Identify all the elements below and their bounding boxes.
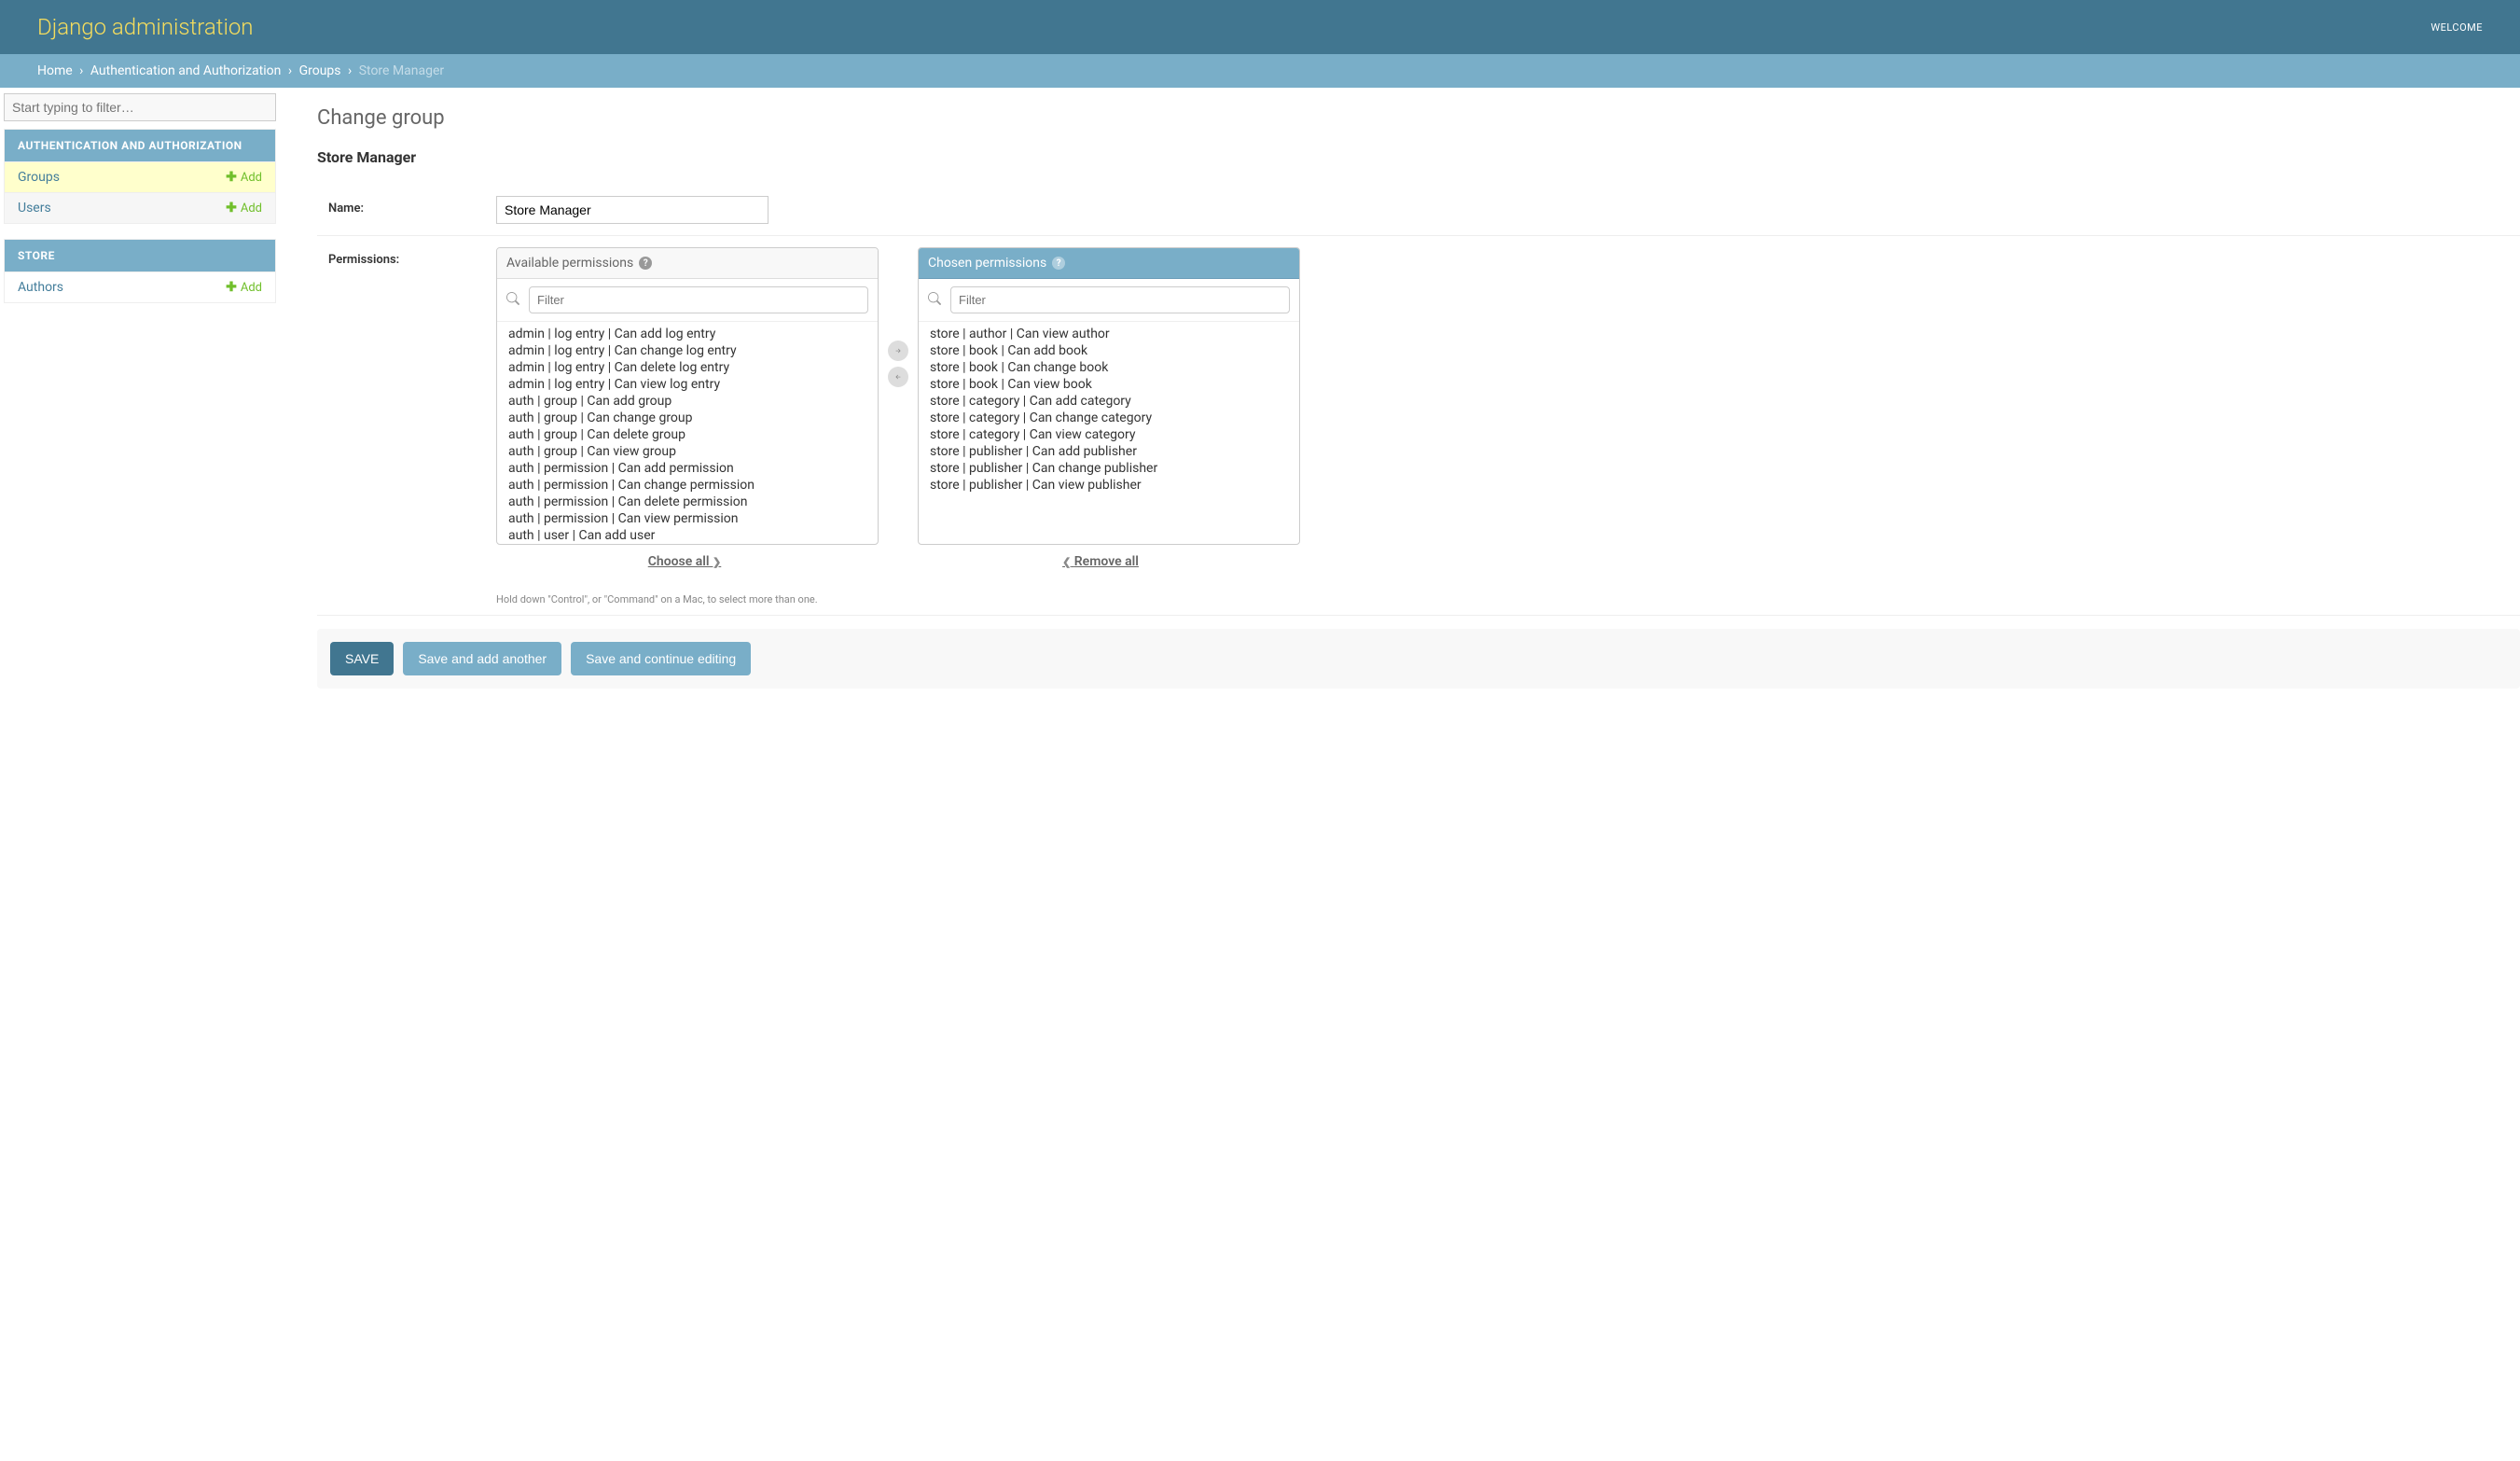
sidebar-filter-input[interactable] — [4, 93, 276, 121]
breadcrumb-app[interactable]: Authentication and Authorization — [90, 63, 282, 78]
breadcrumb-model[interactable]: Groups — [299, 63, 341, 78]
breadcrumb: Home › Authentication and Authorization … — [0, 54, 2520, 88]
plus-icon: ✚ — [226, 280, 237, 295]
remove-all-link[interactable]: ❮ Remove all — [912, 545, 1289, 578]
breadcrumb-current: Store Manager — [359, 63, 444, 78]
permission-option[interactable]: store | category | Can view category — [919, 426, 1299, 443]
permission-option[interactable]: auth | permission | Can delete permissio… — [497, 494, 878, 510]
model-link[interactable]: Groups — [18, 170, 60, 185]
model-link[interactable]: Users — [18, 201, 51, 216]
user-tools[interactable]: WELCOME — [2430, 21, 2483, 34]
help-icon[interactable]: ? — [1052, 257, 1065, 270]
add-link[interactable]: ✚ Add — [226, 280, 262, 295]
permission-option[interactable]: store | book | Can view book — [919, 376, 1299, 393]
sidebar: AUTHENTICATION AND AUTHORIZATION Groups ✚ … — [0, 88, 280, 707]
app-caption[interactable]: STORE — [5, 240, 275, 271]
content: Change group Store Manager Name: Permiss… — [280, 88, 2520, 707]
plus-icon: ✚ — [226, 201, 237, 216]
model-row: Groups ✚ Add — [5, 161, 275, 192]
name-input[interactable] — [496, 196, 768, 224]
permission-option[interactable]: auth | group | Can change group — [497, 410, 878, 426]
chosen-filter-input[interactable] — [950, 286, 1290, 313]
permission-option[interactable]: auth | group | Can view group — [497, 443, 878, 460]
search-icon — [506, 292, 519, 309]
chosen-list[interactable]: store | author | Can view authorstore | … — [919, 322, 1299, 544]
permission-option[interactable]: auth | user | Can add user — [497, 527, 878, 544]
add-link[interactable]: ✚ Add — [226, 201, 262, 216]
permission-option[interactable]: auth | group | Can delete group — [497, 426, 878, 443]
permission-option[interactable]: auth | permission | Can view permission — [497, 510, 878, 527]
permissions-label: Permissions: — [328, 247, 496, 578]
model-row: Users ✚ Add — [5, 192, 275, 223]
permission-option[interactable]: auth | permission | Can change permissio… — [497, 477, 878, 494]
save-continue-button[interactable]: Save and continue editing — [571, 642, 751, 675]
permission-option[interactable]: auth | group | Can add group — [497, 393, 878, 410]
permission-option[interactable]: store | publisher | Can add publisher — [919, 443, 1299, 460]
plus-icon: ✚ — [226, 170, 237, 185]
permission-option[interactable]: admin | log entry | Can delete log entry — [497, 359, 878, 376]
chosen-header: Chosen permissions ? — [919, 248, 1299, 279]
permission-option[interactable]: store | book | Can add book — [919, 342, 1299, 359]
available-list[interactable]: admin | log entry | Can add log entryadm… — [497, 322, 878, 544]
save-button[interactable]: SAVE — [330, 642, 394, 675]
name-label: Name: — [328, 196, 496, 224]
permission-option[interactable]: store | category | Can change category — [919, 410, 1299, 426]
available-header: Available permissions ? — [497, 248, 878, 279]
help-icon[interactable]: ? — [639, 257, 652, 270]
field-row-name: Name: — [317, 185, 2520, 236]
available-selector: Available permissions ? admin | log entr… — [496, 247, 879, 545]
app-caption[interactable]: AUTHENTICATION AND AUTHORIZATION — [5, 130, 275, 161]
choose-all-link[interactable]: Choose all ❯ — [496, 545, 873, 578]
model-link[interactable]: Authors — [18, 280, 63, 295]
permission-option[interactable]: admin | log entry | Can add log entry — [497, 326, 878, 342]
add-link[interactable]: ✚ Add — [226, 170, 262, 185]
chevron-right-icon: ❯ — [713, 556, 721, 568]
permission-option[interactable]: store | category | Can add category — [919, 393, 1299, 410]
model-row: Authors ✚ Add — [5, 271, 275, 302]
available-filter-input[interactable] — [529, 286, 868, 313]
permission-option[interactable]: store | publisher | Can view publisher — [919, 477, 1299, 494]
chosen-selector: Chosen permissions ? store | author | Ca… — [918, 247, 1300, 545]
header: Django administration WELCOME — [0, 0, 2520, 54]
breadcrumb-home[interactable]: Home — [37, 63, 73, 78]
permission-option[interactable]: store | author | Can view author — [919, 326, 1299, 342]
permission-option[interactable]: auth | permission | Can add permission — [497, 460, 878, 477]
add-permission-button[interactable] — [888, 341, 908, 361]
permission-option[interactable]: store | book | Can change book — [919, 359, 1299, 376]
permission-option[interactable]: admin | log entry | Can view log entry — [497, 376, 878, 393]
field-row-permissions: Permissions: Available permissions ? — [317, 236, 2520, 590]
save-add-another-button[interactable]: Save and add another — [403, 642, 561, 675]
site-title[interactable]: Django administration — [37, 14, 254, 40]
permission-option[interactable]: store | publisher | Can change publisher — [919, 460, 1299, 477]
remove-permission-button[interactable] — [888, 367, 908, 387]
object-name: Store Manager — [317, 148, 2520, 166]
page-title: Change group — [317, 106, 2520, 130]
submit-row: SAVE Save and add another Save and conti… — [317, 629, 2520, 689]
search-icon — [928, 292, 941, 309]
help-text: Hold down "Control", or "Command" on a M… — [317, 590, 2520, 615]
chevron-left-icon: ❮ — [1062, 556, 1071, 568]
permission-option[interactable]: admin | log entry | Can change log entry — [497, 342, 878, 359]
